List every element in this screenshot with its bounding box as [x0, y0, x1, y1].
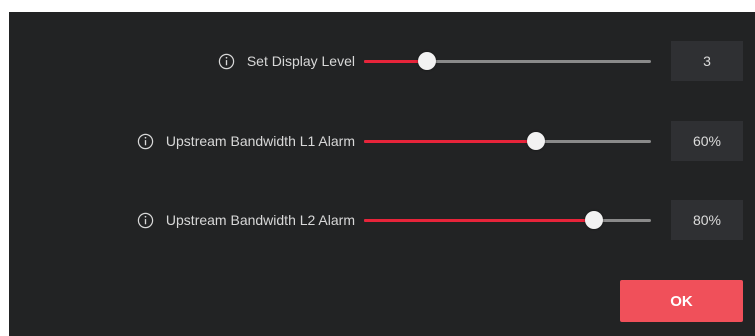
setting-label-group: Set Display Level: [218, 41, 355, 81]
bandwidth-l2-slider[interactable]: [364, 200, 651, 240]
slider-fill: [364, 140, 537, 143]
slider-handle[interactable]: [527, 132, 546, 150]
display-level-slider[interactable]: [364, 41, 651, 81]
setting-label-group: Upstream Bandwidth L2 Alarm: [137, 200, 355, 240]
bandwidth-l1-slider[interactable]: [364, 121, 651, 161]
slider-fill: [364, 219, 594, 222]
info-circle-icon[interactable]: [137, 133, 154, 150]
setting-label: Upstream Bandwidth L1 Alarm: [165, 133, 355, 149]
settings-panel: Set Display Level 3 Upstream Bandwidth L…: [9, 12, 755, 336]
setting-label-group: Upstream Bandwidth L1 Alarm: [137, 121, 355, 161]
setting-row-bandwidth-l2: Upstream Bandwidth L2 Alarm 80%: [9, 200, 755, 240]
setting-label: Set Display Level: [246, 53, 355, 69]
bandwidth-l2-value[interactable]: 80%: [671, 200, 743, 240]
slider-handle[interactable]: [584, 211, 603, 229]
bandwidth-l1-value[interactable]: 60%: [671, 121, 743, 161]
slider-handle[interactable]: [418, 52, 437, 70]
ok-button[interactable]: OK: [620, 280, 743, 322]
display-level-value[interactable]: 3: [671, 41, 743, 81]
setting-label: Upstream Bandwidth L2 Alarm: [165, 212, 355, 228]
setting-row-bandwidth-l1: Upstream Bandwidth L1 Alarm 60%: [9, 121, 755, 161]
setting-row-display-level: Set Display Level 3: [9, 41, 755, 81]
info-circle-icon[interactable]: [137, 212, 154, 229]
info-circle-icon[interactable]: [218, 53, 235, 70]
